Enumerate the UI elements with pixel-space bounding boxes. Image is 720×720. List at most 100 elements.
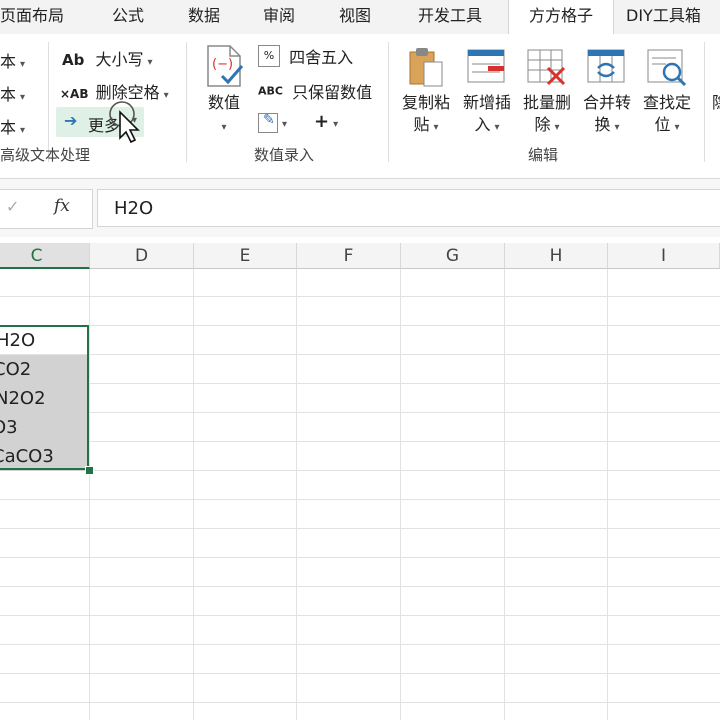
grid-line [0,296,720,297]
chevron-down-icon: ▾ [554,122,560,133]
remove-space-icon: ×AB [60,87,89,101]
merge-convert-icon [587,49,625,83]
grid-line [0,557,720,558]
chevron-down-icon: ▾ [282,119,288,130]
chevron-down-icon: ▾ [614,122,620,133]
grid-line [89,269,90,720]
column-header-f[interactable]: F [297,243,401,269]
chevron-down-icon: ▾ [494,122,500,133]
grid-line [0,354,720,355]
text-dropdown-3[interactable]: 本 ▾ [0,114,25,138]
copy-paste-button[interactable]: 复制粘 贴 ▾ [398,92,454,139]
group-separator [388,42,389,162]
ribbon: 本 ▾ 本 ▾ 本 ▾ Ab 大小写 ▾ ×AB 删除空格 ▾ ➔ 更多 ▾ 高级文本处理… [0,34,720,179]
arrow-right-icon: ➔ [64,111,78,130]
grid-line [0,325,720,326]
column-header-e[interactable]: E [194,243,297,269]
grid-line [400,269,401,720]
tab-diy-toolbox[interactable]: DIY工具箱 [626,0,720,34]
new-insert-button[interactable]: 新增插 入 ▾ [458,92,516,139]
find-locate-label-2: 位 [654,115,671,134]
column-header-g[interactable]: G [401,243,505,269]
number-value-icon: (−) [207,45,244,87]
merge-convert-label-2: 换 [594,115,611,134]
find-locate-label-1: 查找定 [642,93,691,112]
number-value-button[interactable]: 数值 ▾ [198,92,250,139]
column-header-h[interactable]: H [505,243,608,269]
grid-line [0,499,720,500]
grid-line [0,528,720,529]
keep-numbers-button[interactable]: ABC 只保留数值 [258,79,372,103]
edit-pencil-icon: ✎ [258,112,278,133]
chevron-down-icon: ▾ [163,90,169,101]
keep-numbers-icon: ABC [258,84,283,98]
insert-function-icon[interactable]: fx [54,196,70,216]
column-header-d[interactable]: D [90,243,194,269]
batch-delete-label-2: 除 [534,115,551,134]
case-button[interactable]: Ab 大小写 ▾ [62,46,153,70]
formula-bar: ✓ fx H2O [0,179,720,237]
new-insert-label-1: 新增插 [462,93,511,112]
new-insert-label-2: 入 [474,115,491,134]
round-label: 四舍五入 [289,48,354,67]
case-icon: Ab [62,51,85,69]
add-dropdown[interactable]: + ▾ [314,111,338,132]
chevron-down-icon: ▾ [147,57,153,68]
grid-line [296,269,297,720]
edit-dropdown[interactable]: ✎ ▾ [258,112,287,133]
grid-line [0,702,720,703]
find-locate-button[interactable]: 查找定 位 ▾ [638,92,696,139]
case-label: 大小写 [95,50,144,69]
batch-delete-button[interactable]: 批量删 除 ▾ [518,92,576,139]
text-dropdown-1[interactable]: 本 ▾ [0,48,25,72]
grid-line [0,615,720,616]
round-icon: % [258,45,280,67]
copy-paste-label-2: 贴 [413,115,430,134]
chevron-down-icon: ▾ [221,122,227,133]
chevron-down-icon: ▾ [20,59,26,70]
group-label-number-entry: 数值录入 [254,146,315,164]
batch-delete-icon [527,49,566,86]
tab-view[interactable]: 视图 [328,0,382,34]
group-separator [704,42,705,162]
grid-line [193,269,194,720]
tab-review[interactable]: 审阅 [252,0,306,34]
grid-line [0,412,720,413]
chevron-down-icon: ▾ [433,122,439,133]
grid-line [0,441,720,442]
merge-convert-label-1: 合并转 [582,93,631,112]
tab-data[interactable]: 数据 [176,0,232,34]
tab-page-layout[interactable]: 页面布局 [0,0,74,34]
fill-handle[interactable] [85,466,94,475]
merge-convert-button[interactable]: 合并转 换 ▾ [578,92,636,139]
mouse-cursor-icon [109,101,140,144]
check-icon[interactable]: ✓ [6,197,19,216]
group-separator [186,42,187,162]
text-dropdown-2-label: 本 [0,85,17,104]
ribbon-tabs: 页面布局 公式 数据 审阅 视图 开发工具 方方格子 DIY工具箱 [0,0,720,35]
column-header-i[interactable]: I [608,243,720,269]
chevron-down-icon: ▾ [20,125,26,136]
grid-line [504,269,505,720]
batch-delete-label-1: 批量删 [522,93,571,112]
round-button[interactable]: % 四舍五入 [258,44,353,68]
grid-line [0,673,720,674]
grid-line [0,470,720,471]
copy-paste-label-1: 复制粘 [401,93,450,112]
selection-border [0,325,89,470]
grid-line [0,586,720,587]
tab-fangfang-gezi[interactable]: 方方格子 [508,0,614,35]
number-value-label: 数值 [207,93,240,112]
text-dropdown-1-label: 本 [0,52,17,71]
text-dropdown-2[interactable]: 本 ▾ [0,81,25,105]
hide-button-partial[interactable]: 隐 [710,92,720,114]
clipboard-icon [409,48,443,87]
column-header-c[interactable]: C [0,243,90,269]
chevron-down-icon: ▾ [333,119,339,130]
sheet-grid[interactable]: H2O CO2 N2O2 O3 CaCO3 [0,269,720,720]
formula-buttons: ✓ fx [0,189,93,229]
tab-developer[interactable]: 开发工具 [404,0,496,34]
tab-formulas[interactable]: 公式 [98,0,158,34]
grid-line [0,383,720,384]
formula-input[interactable]: H2O [97,189,720,227]
